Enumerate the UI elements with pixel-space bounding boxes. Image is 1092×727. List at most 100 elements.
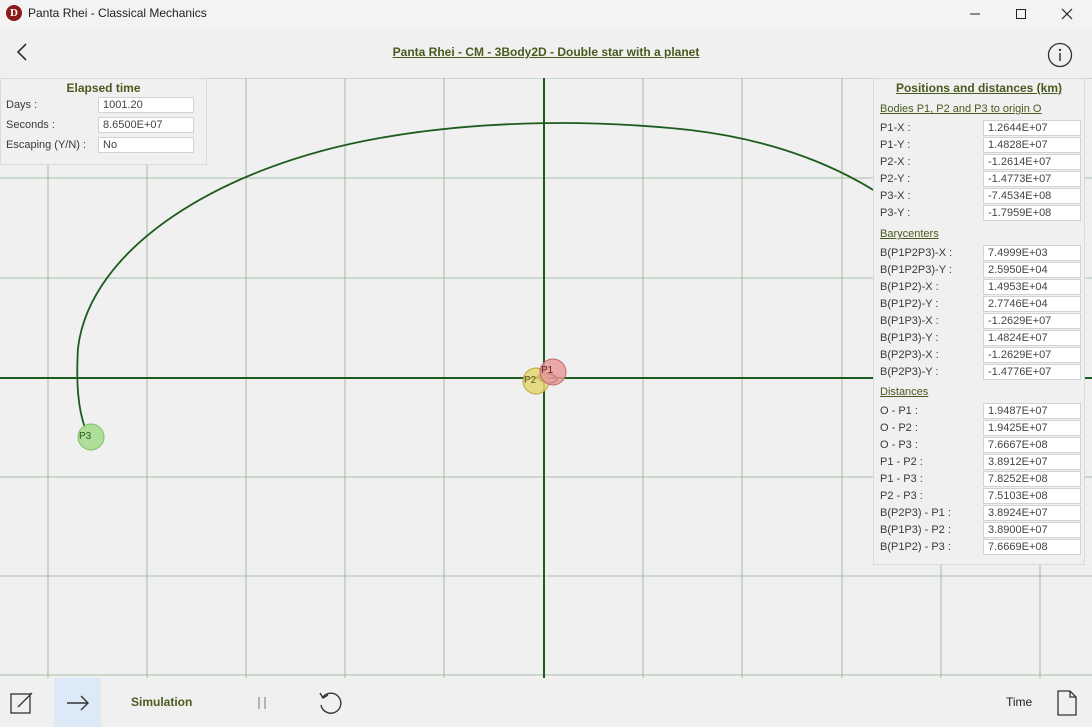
- info-button[interactable]: [1047, 42, 1073, 68]
- arrow-right-icon: [66, 695, 89, 710]
- distance-row-value-field[interactable]: 7.6669E+08: [983, 539, 1081, 555]
- distance-row-value-field[interactable]: 7.8252E+08: [983, 471, 1081, 487]
- barycenter-row-label: B(P1P2P3)-X :: [880, 247, 953, 259]
- distance-row-label: O - P3 :: [880, 439, 918, 451]
- position-row-value-field[interactable]: -7.4534E+08: [983, 188, 1081, 204]
- distance-row-label: P1 - P3 :: [880, 473, 923, 485]
- barycenter-row-label: B(P1P3)-X :: [880, 315, 939, 327]
- position-row-value-field[interactable]: 1.2644E+07: [983, 120, 1081, 136]
- info-icon: [1047, 42, 1073, 68]
- barycenter-row: B(P1P3)-Y : 1.4824E+07: [880, 330, 1081, 346]
- barycenter-row-label: B(P2P3)-Y :: [880, 366, 939, 378]
- distance-row: B(P2P3) - P1 : 3.8924E+07: [880, 505, 1081, 521]
- body-p3[interactable]: P3: [77, 423, 105, 451]
- title-bar: D Panta Rhei - Classical Mechanics: [0, 0, 1092, 28]
- elapsed-row-label: Days :: [6, 99, 38, 111]
- distance-row-label: B(P1P3) - P2 :: [880, 524, 951, 536]
- barycenter-row-label: B(P2P3)-X :: [880, 349, 939, 361]
- body-label-p3: P3: [79, 431, 92, 442]
- distance-row-value-field[interactable]: 3.8900E+07: [983, 522, 1081, 538]
- elapsed-row: Days : 1001.20: [6, 97, 194, 113]
- elapsed-row: Seconds : 8.6500E+07: [6, 117, 194, 133]
- barycenter-row-value-field[interactable]: -1.2629E+07: [983, 313, 1081, 329]
- elapsed-row-label: Seconds :: [6, 119, 55, 131]
- positions-panel: Positions and distances (km) Bodies P1, …: [873, 78, 1085, 565]
- elapsed-row-value-field[interactable]: No: [98, 137, 194, 153]
- barycenter-row-value-field[interactable]: 1.4953E+04: [983, 279, 1081, 295]
- barycenter-row: B(P1P3)-X : -1.2629E+07: [880, 313, 1081, 329]
- section-bodies-heading: Bodies P1, P2 and P3 to origin O: [880, 103, 1042, 115]
- distance-row-label: P2 - P3 :: [880, 490, 923, 502]
- barycenter-row-value-field[interactable]: 2.7746E+04: [983, 296, 1081, 312]
- barycenter-row-value-field[interactable]: -1.2629E+07: [983, 347, 1081, 363]
- position-row-label: P3-X :: [880, 190, 911, 202]
- barycenter-row-value-field[interactable]: 2.5950E+04: [983, 262, 1081, 278]
- position-row-label: P3-Y :: [880, 207, 911, 219]
- distance-row: O - P1 : 1.9487E+07: [880, 403, 1081, 419]
- barycenter-row-value-field[interactable]: -1.4776E+07: [983, 364, 1081, 380]
- position-row-value-field[interactable]: 1.4828E+07: [983, 137, 1081, 153]
- elapsed-time-panel: Elapsed time Days : 1001.20 Seconds : 8.650…: [0, 78, 207, 165]
- section-barycenters-heading: Barycenters: [880, 228, 939, 240]
- distance-row-label: P1 - P2 :: [880, 456, 923, 468]
- distance-row-label: B(P2P3) - P1 :: [880, 507, 951, 519]
- position-row: P3-Y : -1.7959E+08: [880, 205, 1081, 221]
- pause-icon: [258, 696, 266, 709]
- pause-button[interactable]: [248, 678, 276, 727]
- maximize-button[interactable]: [998, 0, 1044, 28]
- run-button[interactable]: [54, 678, 101, 727]
- position-row-label: P2-Y :: [880, 173, 911, 185]
- positions-title: Positions and distances (km): [895, 81, 1063, 95]
- position-row: P1-Y : 1.4828E+07: [880, 137, 1081, 153]
- distance-row: O - P3 : 7.6667E+08: [880, 437, 1081, 453]
- minimize-button[interactable]: [952, 0, 998, 28]
- position-row-value-field[interactable]: -1.4773E+07: [983, 171, 1081, 187]
- barycenter-row: B(P1P2)-X : 1.4953E+04: [880, 279, 1081, 295]
- close-window-button[interactable]: [1044, 0, 1090, 28]
- barycenter-row-value-field[interactable]: 1.4824E+07: [983, 330, 1081, 346]
- barycenter-row-label: B(P1P2P3)-Y :: [880, 264, 952, 276]
- position-row-label: P1-X :: [880, 122, 911, 134]
- distance-row-value-field[interactable]: 3.8924E+07: [983, 505, 1081, 521]
- position-row: P2-Y : -1.4773E+07: [880, 171, 1081, 187]
- position-row-value-field[interactable]: -1.2614E+07: [983, 154, 1081, 170]
- simulation-label: Simulation: [131, 695, 193, 709]
- position-row-label: P2-X :: [880, 156, 911, 168]
- position-row: P1-X : 1.2644E+07: [880, 120, 1081, 136]
- distance-row-value-field[interactable]: 7.6667E+08: [983, 437, 1081, 453]
- minimize-icon: [970, 13, 980, 15]
- distance-row: O - P2 : 1.9425E+07: [880, 420, 1081, 436]
- distance-row-label: B(P1P2) - P3 :: [880, 541, 951, 553]
- distance-row: P1 - P2 : 3.8912E+07: [880, 454, 1081, 470]
- body-p1[interactable]: P1: [539, 358, 567, 386]
- distance-row-value-field[interactable]: 1.9425E+07: [983, 420, 1081, 436]
- position-row-label: P1-Y :: [880, 139, 911, 151]
- distance-row-value-field[interactable]: 1.9487E+07: [983, 403, 1081, 419]
- page-title[interactable]: Panta Rhei - CM - 3Body2D - Double star …: [0, 45, 1092, 59]
- elapsed-row-value-field[interactable]: 8.6500E+07: [98, 117, 194, 133]
- distance-row-label: O - P1 :: [880, 405, 918, 417]
- barycenter-row: B(P2P3)-X : -1.2629E+07: [880, 347, 1081, 363]
- barycenter-row-value-field[interactable]: 7.4999E+03: [983, 245, 1081, 261]
- position-row-value-field[interactable]: -1.7959E+08: [983, 205, 1081, 221]
- edit-button[interactable]: [0, 678, 44, 727]
- position-row: P3-X : -7.4534E+08: [880, 188, 1081, 204]
- barycenter-row-label: B(P1P3)-Y :: [880, 332, 939, 344]
- barycenter-row: B(P1P2)-Y : 2.7746E+04: [880, 296, 1081, 312]
- app-logo-icon: D: [6, 5, 22, 21]
- distance-row: B(P1P2) - P3 : 7.6669E+08: [880, 539, 1081, 555]
- elapsed-row: Escaping (Y/N) : No: [6, 137, 194, 153]
- reset-button[interactable]: [314, 678, 346, 727]
- body-label-p1: P1: [541, 365, 554, 376]
- position-row: P2-X : -1.2614E+07: [880, 154, 1081, 170]
- distance-row-value-field[interactable]: 7.5103E+08: [983, 488, 1081, 504]
- elapsed-row-label: Escaping (Y/N) :: [6, 139, 87, 151]
- distance-row-value-field[interactable]: 3.8912E+07: [983, 454, 1081, 470]
- document-button[interactable]: [1053, 678, 1081, 727]
- bottom-toolbar: Simulation Time: [0, 678, 1092, 727]
- body-label-p2: P2: [524, 375, 537, 386]
- elapsed-time-title: Elapsed time: [66, 81, 141, 95]
- elapsed-row-value-field[interactable]: 1001.20: [98, 97, 194, 113]
- time-label[interactable]: Time: [1006, 695, 1032, 709]
- barycenter-row-label: B(P1P2)-Y :: [880, 298, 939, 310]
